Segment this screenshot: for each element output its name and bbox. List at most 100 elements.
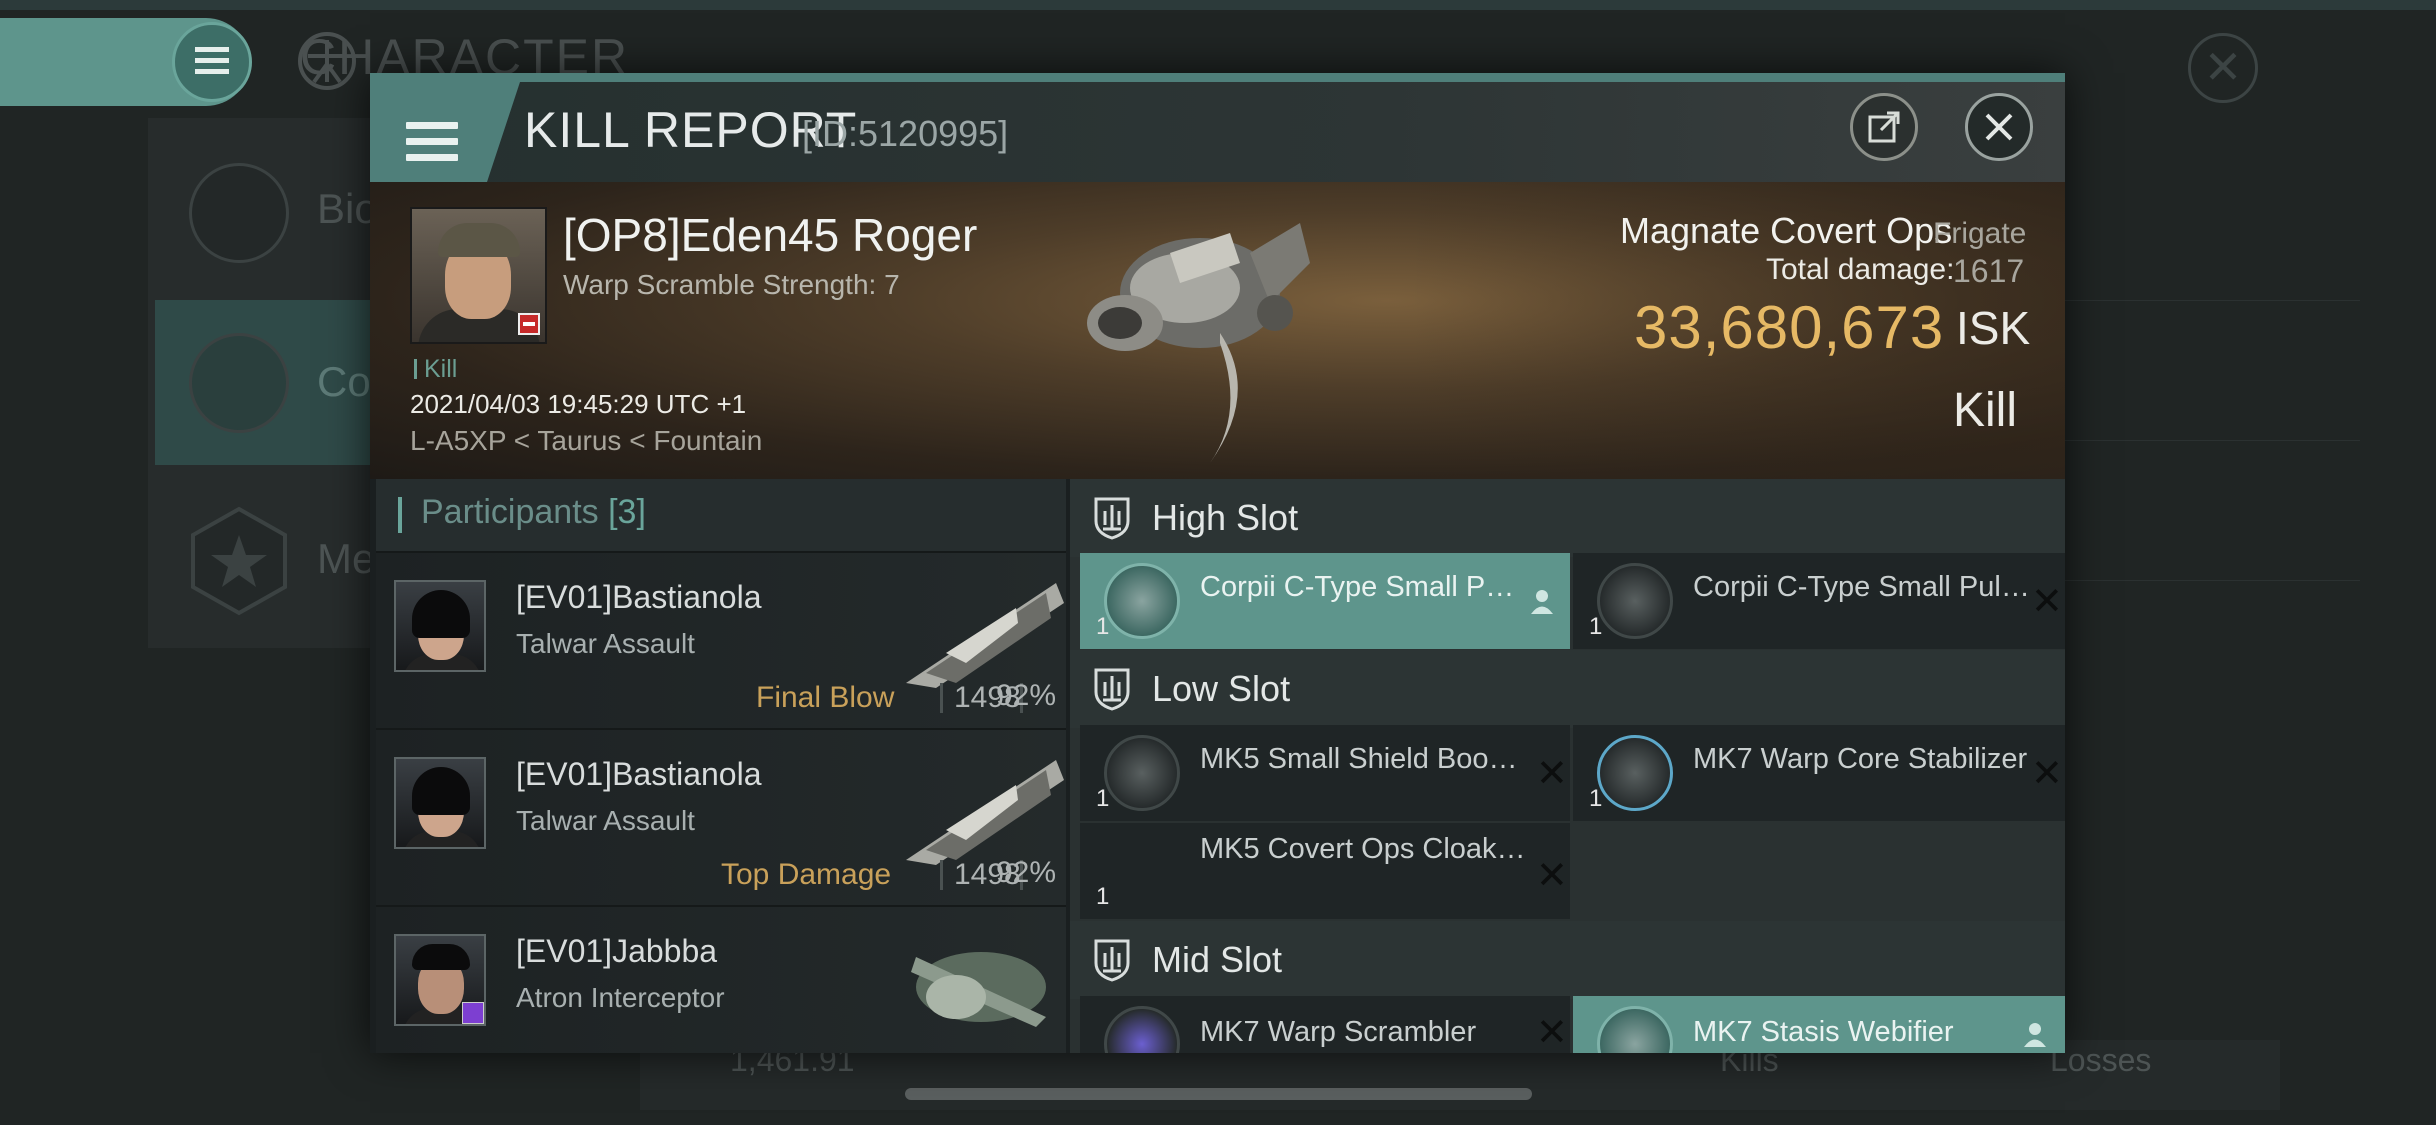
menu-icon	[195, 47, 229, 74]
kill-location[interactable]: L-A5XP < Taurus < Fountain	[410, 425, 762, 457]
shield-booster-icon	[1104, 735, 1180, 811]
module-high-1[interactable]: 1 Corpii C-Type Small Pulse...	[1080, 553, 1570, 649]
list-icon	[189, 163, 289, 263]
total-damage-label: Total damage:	[1766, 253, 1955, 286]
external-link-icon	[1868, 111, 1900, 143]
isk-value: 33,680,673	[1634, 294, 1945, 361]
background-divider	[2060, 440, 2360, 441]
kill-tag-marker	[414, 359, 417, 379]
module-quantity: 1	[1589, 613, 1603, 640]
victim-name[interactable]: [OP8]Eden45 Roger	[563, 208, 977, 262]
dropped-person-icon	[2024, 1023, 2046, 1047]
corp-role-badge	[462, 1002, 484, 1024]
close-icon	[1985, 113, 2013, 141]
participants-count: [3]	[608, 493, 646, 531]
top-status-strip	[0, 0, 2436, 10]
low-slot-header: Low Slot	[1070, 650, 2065, 728]
victim-ship-image[interactable]	[1070, 193, 1340, 473]
menu-icon	[406, 122, 458, 170]
mid-slot-header: Mid Slot	[1070, 921, 2065, 999]
high-slot-header: High Slot	[1070, 479, 2065, 557]
participant-avatar[interactable]	[394, 580, 486, 672]
shield-slot-icon	[1094, 668, 1130, 711]
pulse-laser-icon	[1597, 563, 1673, 639]
participant-ship: Talwar Assault	[516, 628, 695, 659]
dropped-person-icon	[1531, 590, 1553, 614]
participant-name: [EV01]Bastianola	[516, 756, 762, 792]
module-low-3[interactable]: 1 MK5 Covert Ops Cloaking... ✕	[1080, 823, 1570, 919]
stat-separator	[940, 683, 943, 713]
kill-report-id: [ID:5120995]	[802, 113, 1009, 154]
final-blow-tag: Final Blow	[756, 681, 895, 714]
background-menu-button[interactable]	[172, 22, 252, 102]
destroyed-x-icon: ✕	[1536, 753, 1568, 795]
destroyed-x-icon: ✕	[1536, 1012, 1568, 1053]
mid-slot-label: Mid Slot	[1152, 939, 1283, 980]
share-button[interactable]	[1850, 93, 1918, 161]
module-name: MK7 Warp Scrambler	[1200, 1016, 1477, 1048]
destroyed-x-icon: ✕	[1536, 855, 1568, 897]
module-quantity: 1	[1096, 785, 1110, 812]
stasis-webifier-icon	[1597, 1006, 1673, 1053]
module-name: MK5 Small Shield Booster	[1200, 743, 1530, 775]
crossed-swords-icon	[189, 333, 289, 433]
participants-header-marker	[398, 497, 402, 533]
module-quantity: 1	[1096, 883, 1110, 910]
module-name: Corpii C-Type Small Pulse...	[1693, 571, 2033, 603]
warp-scrambler-icon	[1104, 1006, 1180, 1053]
low-slot-label: Low Slot	[1152, 668, 1291, 709]
module-quantity: 1	[1589, 785, 1603, 812]
report-type: Kill	[1953, 384, 2018, 437]
participant-percent: 92%	[996, 679, 1057, 712]
participant-avatar[interactable]	[394, 757, 486, 849]
warp-scramble-strength: Warp Scramble Strength: 7	[563, 269, 900, 300]
participant-name: [EV01]Jabbba	[516, 933, 718, 969]
dialog-top-accent	[370, 73, 2065, 82]
module-quantity: 1	[1096, 613, 1110, 640]
victim-ship-class: Frigate	[1933, 217, 2027, 250]
participant-name: [EV01]Bastianola	[516, 579, 762, 615]
sidebar-item-label: Co	[317, 358, 371, 405]
close-button[interactable]	[1965, 93, 2033, 161]
kill-datetime: 2021/04/03 19:45:29 UTC +1	[410, 389, 747, 419]
star-badge-icon	[191, 506, 287, 616]
module-mid-2[interactable]: MK7 Stasis Webifier	[1573, 996, 2065, 1053]
module-mid-1[interactable]: MK7 Warp Scrambler ✕	[1080, 996, 1570, 1053]
participant-ship-image	[911, 952, 1046, 1027]
background-losses-tab[interactable]: Losses	[2050, 1042, 2151, 1079]
participant-ship: Atron Interceptor	[516, 982, 725, 1013]
cloaking-device-icon	[1104, 833, 1180, 909]
module-high-2[interactable]: 1 Corpii C-Type Small Pulse... ✕	[1573, 553, 2065, 649]
destroyed-x-icon: ✕	[2031, 581, 2063, 623]
destroyed-x-icon: ✕	[2031, 753, 2063, 795]
background-close-button[interactable]: ✕	[2188, 33, 2258, 103]
victim-ship-name[interactable]: Magnate Covert Ops	[1620, 210, 1952, 252]
kill-report-dialog: KILL REPORT [ID:5120995] [OP8]Eden45 Rog…	[370, 73, 2065, 1053]
participant-row[interactable]: [EV01]Bastianola Talwar Assault Top Dama…	[376, 728, 1066, 905]
isk-unit: ISK	[1956, 302, 2031, 354]
participant-percent: 92%	[996, 856, 1057, 889]
warp-core-stabilizer-icon	[1597, 735, 1673, 811]
module-low-1[interactable]: 1 MK5 Small Shield Booster ✕	[1080, 725, 1570, 821]
module-name: MK7 Stasis Webifier	[1693, 1016, 1954, 1048]
module-low-2[interactable]: 1 MK7 Warp Core Stabilizer ✕	[1573, 725, 2065, 821]
pulse-laser-icon	[1104, 563, 1180, 639]
participants-label-text: Participants	[421, 493, 599, 531]
home-indicator[interactable]	[905, 1088, 1532, 1100]
sidebar-item-label: Me	[317, 535, 376, 582]
stat-separator	[940, 860, 943, 890]
module-name: MK5 Covert Ops Cloaking...	[1200, 833, 1530, 865]
participant-row[interactable]: [EV01]Bastianola Talwar Assault Final Bl…	[376, 551, 1066, 728]
shield-slot-icon	[1094, 497, 1130, 540]
background-divider	[2060, 300, 2360, 301]
sidebar-item-label: Bio	[317, 185, 378, 232]
high-slot-label: High Slot	[1152, 497, 1299, 538]
background-divider	[2060, 580, 2360, 581]
negative-standing-badge	[518, 313, 540, 335]
module-name: Corpii C-Type Small Pulse...	[1200, 571, 1530, 603]
participant-row[interactable]: [EV01]Jabbba Atron Interceptor	[376, 905, 1066, 1053]
participants-label: Participants [3]	[421, 493, 646, 532]
total-damage-value: 1617	[1953, 253, 2025, 289]
module-name: MK7 Warp Core Stabilizer	[1693, 743, 2028, 775]
participant-ship: Talwar Assault	[516, 805, 695, 836]
